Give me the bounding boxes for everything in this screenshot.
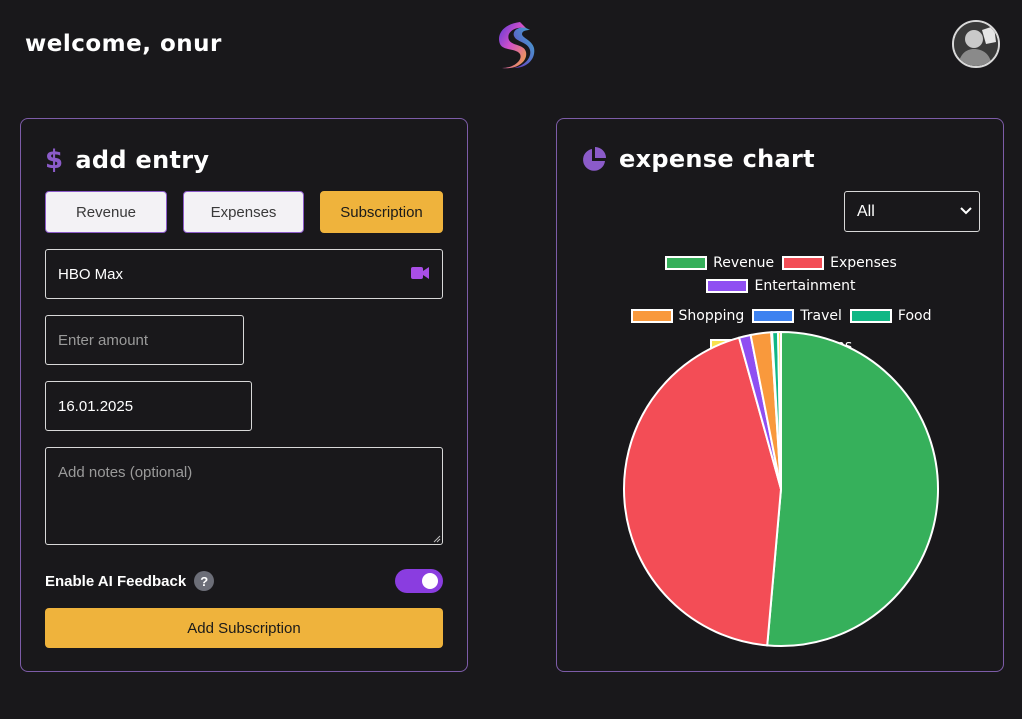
legend-swatch [849, 309, 892, 323]
legend-swatch [706, 279, 749, 293]
add-entry-title: $ add entry [45, 145, 209, 175]
amount-input[interactable] [45, 315, 244, 365]
legend-swatch [752, 309, 795, 323]
add-entry-card: $ add entry Revenue Expenses Subscriptio… [20, 118, 468, 672]
expense-chart-title-text: expense chart [619, 145, 815, 173]
legend-label: Shopping [678, 308, 745, 324]
date-input[interactable] [45, 381, 252, 431]
pie-chart-icon [581, 146, 607, 172]
expense-chart-title: expense chart [581, 145, 815, 173]
legend-swatch [665, 256, 708, 270]
legend-label: Revenue [713, 255, 775, 271]
filter-select[interactable]: All [844, 191, 980, 232]
pie-slice-revenue[interactable] [766, 330, 939, 647]
legend-item[interactable]: Expenses [782, 255, 897, 271]
help-icon[interactable]: ? [194, 571, 215, 591]
ai-feedback-toggle[interactable] [395, 569, 443, 593]
app-logo-icon[interactable] [490, 18, 538, 72]
legend-swatch [782, 256, 825, 270]
toggle-knob [422, 573, 438, 589]
legend-item[interactable]: Revenue [665, 255, 774, 271]
tab-expenses[interactable]: Expenses [183, 191, 304, 233]
legend-item[interactable]: Entertainment [706, 278, 856, 294]
filter-select-wrap: All [844, 191, 980, 232]
pie-chart [623, 330, 939, 647]
legend-label: Entertainment [754, 278, 856, 294]
ai-feedback-row: Enable AI Feedback ? [45, 568, 443, 594]
legend-item[interactable]: Shopping [630, 308, 745, 324]
legend-item[interactable]: Travel [752, 308, 842, 324]
notes-textarea[interactable] [45, 447, 443, 545]
resize-grip-icon[interactable] [433, 535, 441, 543]
welcome-heading: welcome, onur [25, 31, 222, 57]
legend-item[interactable]: Food [849, 308, 932, 324]
add-entry-title-text: add entry [75, 146, 210, 174]
service-field-wrap [45, 249, 443, 299]
tab-subscription[interactable]: Subscription [320, 191, 443, 233]
legend-label: Expenses [830, 255, 897, 271]
notes-wrap [45, 447, 443, 545]
legend-swatch [630, 309, 673, 323]
dollar-icon: $ [45, 145, 64, 175]
tab-revenue[interactable]: Revenue [45, 191, 167, 233]
avatar[interactable] [952, 20, 1000, 68]
video-camera-icon [411, 266, 429, 285]
add-subscription-button[interactable]: Add Subscription [45, 608, 443, 648]
legend-label: Travel [800, 308, 842, 324]
legend-label: Food [897, 308, 932, 324]
service-input[interactable] [45, 249, 443, 299]
ai-feedback-label: Enable AI Feedback [45, 572, 187, 590]
expense-chart-card: expense chart All Revenue Expenses Enterta… [556, 118, 1004, 672]
